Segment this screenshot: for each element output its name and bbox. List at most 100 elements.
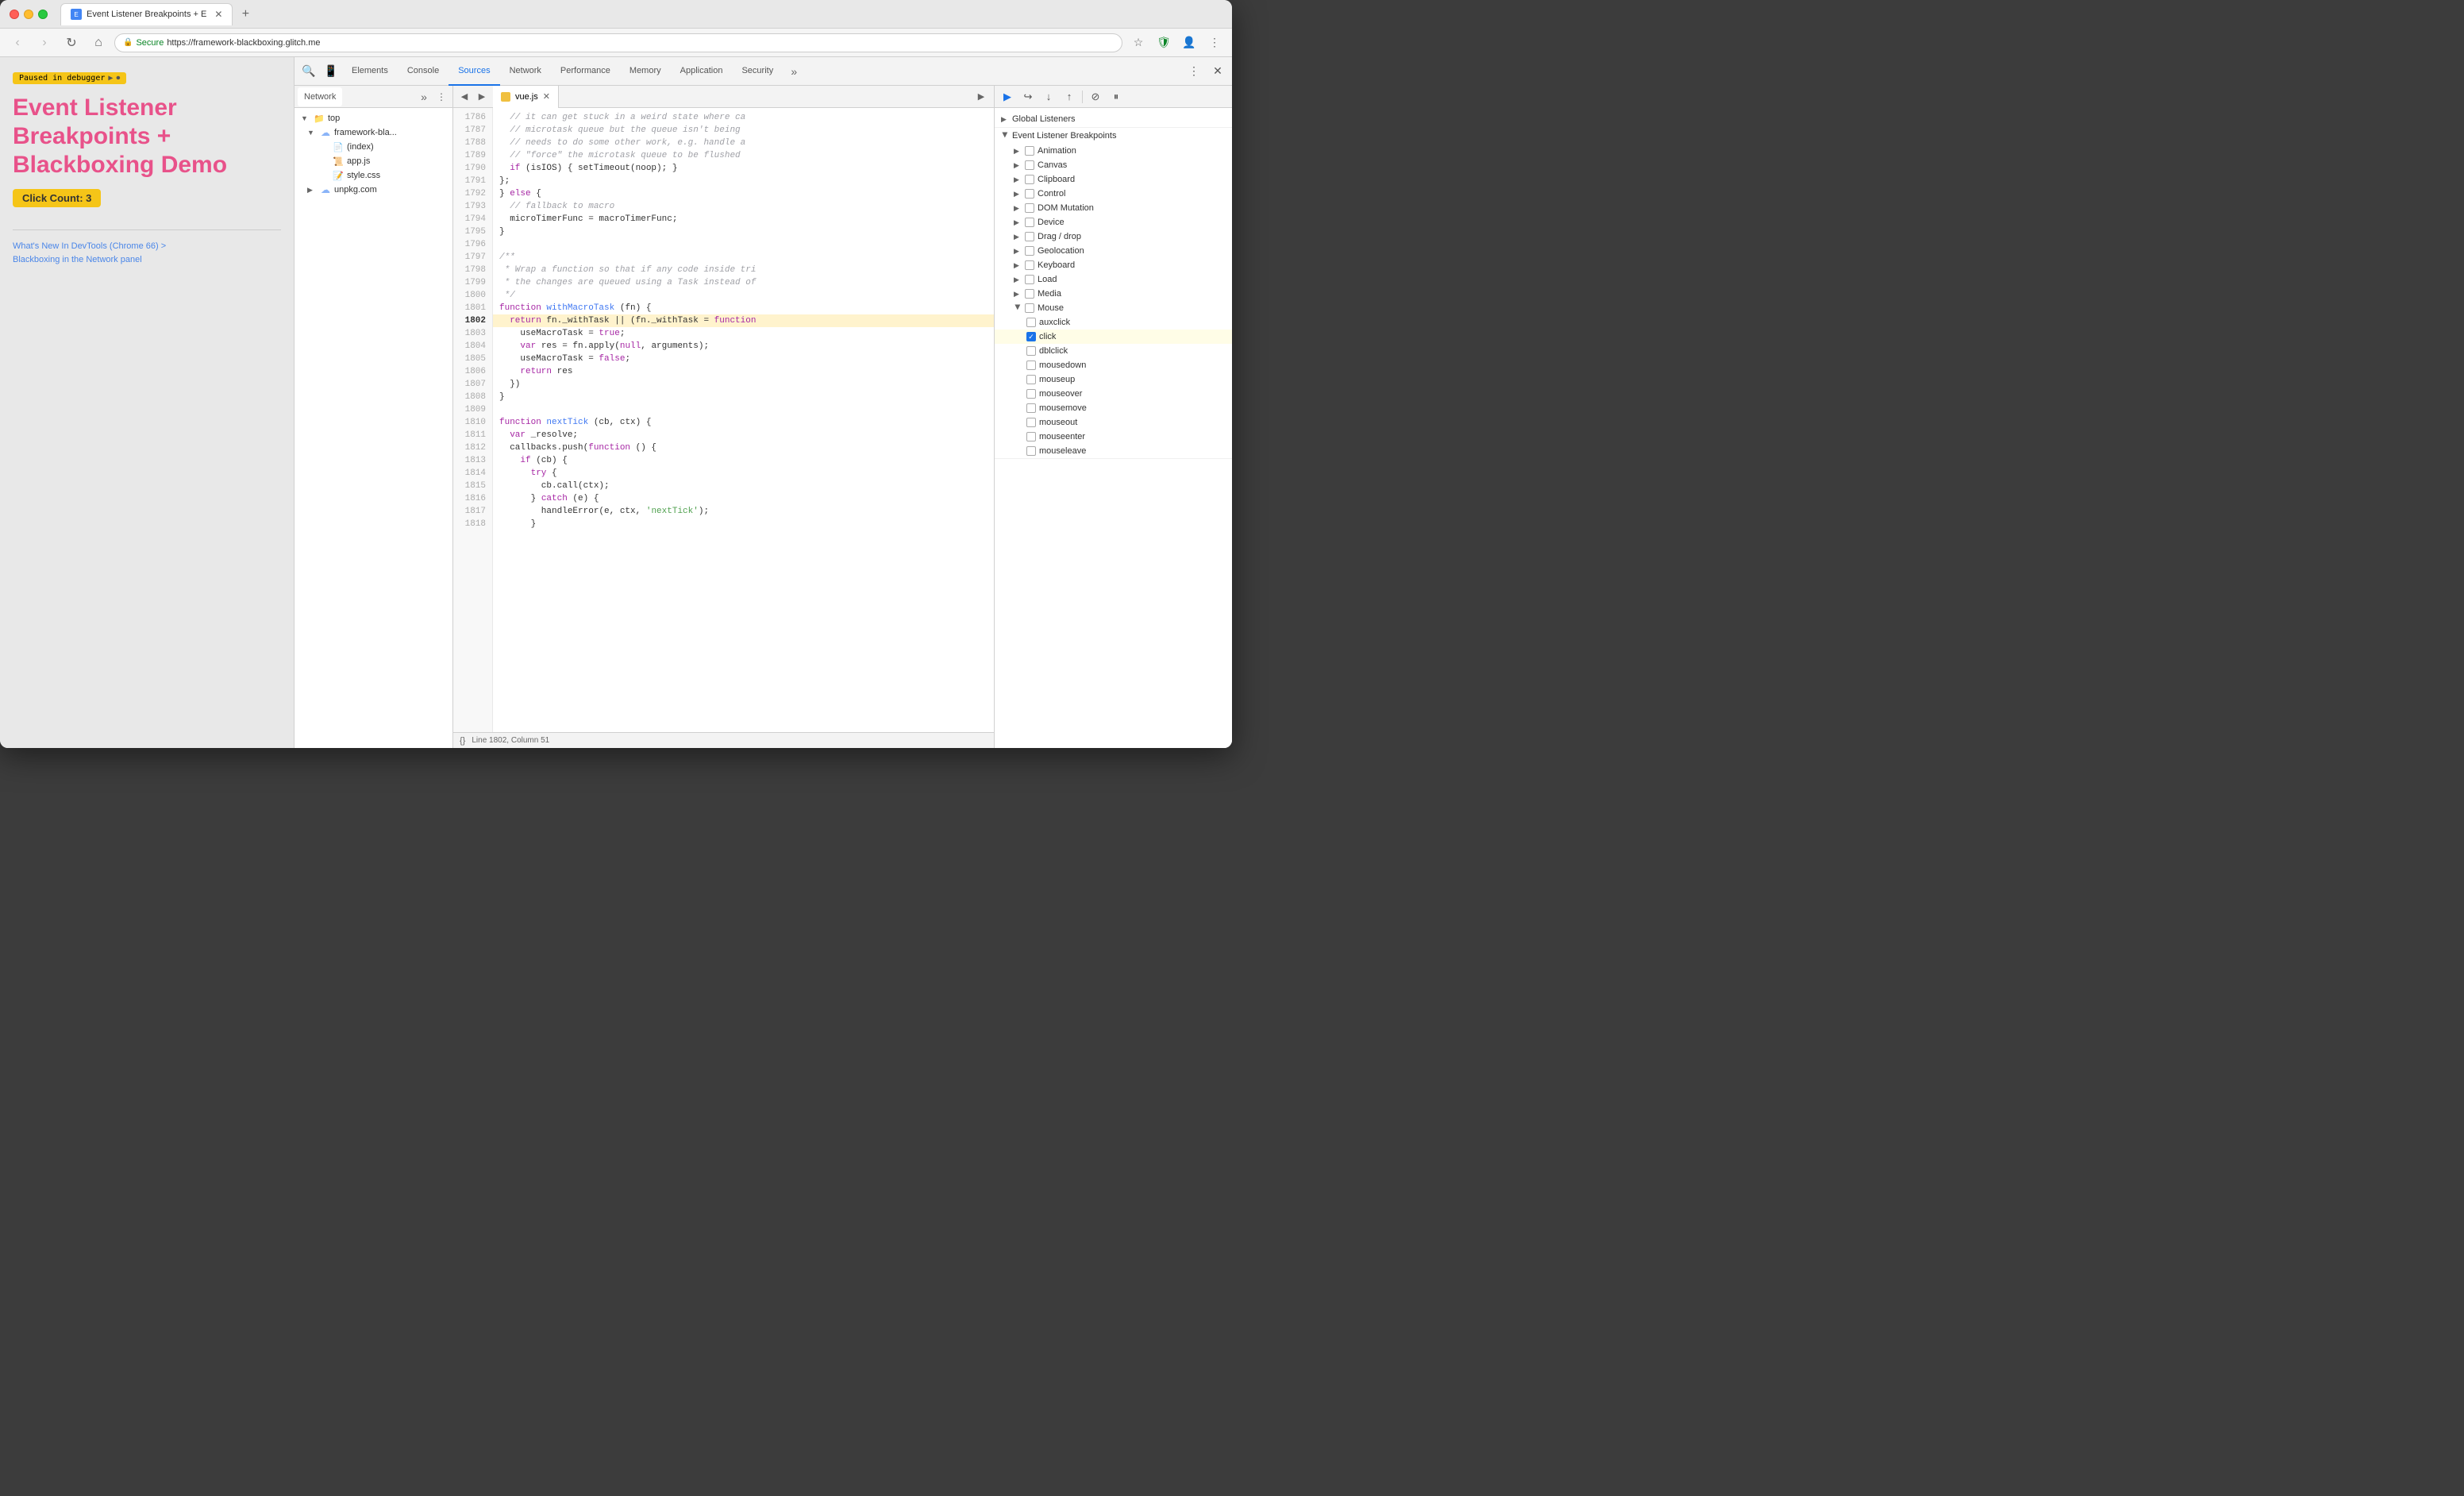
bp-item-geolocation[interactable]: ▶ Geolocation: [995, 244, 1232, 258]
tab-close-button[interactable]: ✕: [214, 9, 222, 20]
bp-cb-auxclick[interactable]: [1026, 318, 1036, 327]
bp-cb-mouseover[interactable]: [1026, 389, 1036, 399]
bp-cb-mousemove[interactable]: [1026, 403, 1036, 413]
debugger-deactivate-btn[interactable]: ⊘: [1086, 87, 1105, 106]
tree-item-top[interactable]: ▼ 📁 top: [295, 111, 452, 125]
tab-elements[interactable]: Elements: [342, 57, 398, 86]
tab-console[interactable]: Console: [398, 57, 449, 86]
bp-cb-animation[interactable]: [1025, 146, 1034, 156]
bp-cb-load[interactable]: [1025, 275, 1034, 284]
tree-item-index[interactable]: 📄 (index): [295, 140, 452, 154]
file-tree-tab-network[interactable]: Network: [298, 87, 342, 106]
bp-cb-mouseup[interactable]: [1026, 375, 1036, 384]
tab-network[interactable]: Network: [500, 57, 551, 86]
bp-item-animation[interactable]: ▶ Animation: [995, 144, 1232, 158]
extension-icon[interactable]: 🛡: [1153, 32, 1175, 54]
bp-item-dom-mutation[interactable]: ▶ DOM Mutation: [995, 201, 1232, 215]
bp-cb-dom-mutation[interactable]: [1025, 203, 1034, 213]
address-bar[interactable]: 🔒 Secure https://framework-blackboxing.g…: [114, 33, 1122, 52]
user-icon[interactable]: 👤: [1178, 32, 1200, 54]
devtools-settings-icon[interactable]: ⋮: [1183, 60, 1205, 83]
bp-cb-mousedown[interactable]: [1026, 361, 1036, 370]
bp-item-mousedown[interactable]: mousedown: [995, 358, 1232, 372]
bp-item-click[interactable]: ✓ click: [995, 330, 1232, 344]
browser-tab-active[interactable]: E Event Listener Breakpoints + E ✕: [60, 3, 233, 25]
bp-cb-dblclick[interactable]: [1026, 346, 1036, 356]
editor-tab-vuejs[interactable]: vue.js ✕: [493, 86, 559, 108]
bp-cb-control[interactable]: [1025, 189, 1034, 199]
format-button[interactable]: ▶: [972, 87, 991, 106]
bp-item-canvas[interactable]: ▶ Canvas: [995, 158, 1232, 172]
bp-cb-media[interactable]: [1025, 289, 1034, 299]
bp-item-mouseleave[interactable]: mouseleave: [995, 444, 1232, 458]
bp-item-dblclick[interactable]: dblclick: [995, 344, 1232, 358]
bp-cb-mouseleave[interactable]: [1026, 446, 1036, 456]
tree-item-unpkg[interactable]: ▶ ☁ unpkg.com: [295, 183, 452, 197]
devtools-tabs-more[interactable]: »: [783, 60, 805, 83]
code-content[interactable]: 1786 1787 1788 1789 1790 1791 1792 1793 …: [453, 108, 994, 732]
bp-item-keyboard[interactable]: ▶ Keyboard: [995, 258, 1232, 272]
bp-item-control[interactable]: ▶ Control: [995, 187, 1232, 201]
bp-item-mouseover[interactable]: mouseover: [995, 387, 1232, 401]
tree-item-appjs[interactable]: 📜 app.js: [295, 154, 452, 168]
refresh-button[interactable]: ↻: [60, 32, 83, 54]
bp-item-auxclick[interactable]: auxclick: [995, 315, 1232, 330]
bp-cb-device[interactable]: [1025, 218, 1034, 227]
tree-item-framework[interactable]: ▼ ☁ framework-bla...: [295, 125, 452, 140]
devtools-inspect-icon[interactable]: 🔍: [298, 60, 320, 83]
home-button[interactable]: ⌂: [87, 32, 110, 54]
debugger-stepout-btn[interactable]: ↑: [1060, 87, 1079, 106]
event-listener-bp-header[interactable]: ▶ Event Listener Breakpoints: [995, 128, 1232, 144]
file-tree-menu-icon[interactable]: ⋮: [433, 89, 449, 105]
bp-item-clipboard[interactable]: ▶ Clipboard: [995, 172, 1232, 187]
debugger-pause-btn[interactable]: ⏸: [1107, 87, 1126, 106]
debugger-resume-btn[interactable]: ▶: [998, 87, 1017, 106]
bp-item-media[interactable]: ▶ Media: [995, 287, 1232, 301]
file-tree-tabs-more[interactable]: »: [416, 91, 432, 103]
bp-cb-clipboard[interactable]: [1025, 175, 1034, 184]
bp-cb-mouseout[interactable]: [1026, 418, 1036, 427]
bp-cb-mouseenter[interactable]: [1026, 432, 1036, 441]
bp-item-mouseout[interactable]: mouseout: [995, 415, 1232, 430]
tab-security[interactable]: Security: [732, 57, 783, 86]
bp-item-mouseenter[interactable]: mouseenter: [995, 430, 1232, 444]
forward-button[interactable]: ›: [33, 32, 56, 54]
global-listeners-header[interactable]: ▶ Global Listeners: [995, 111, 1232, 127]
bp-cb-canvas[interactable]: [1025, 160, 1034, 170]
editor-nav-prev[interactable]: ◀: [456, 89, 472, 105]
maximize-button[interactable]: [38, 10, 48, 19]
debugger-stepinto-btn[interactable]: ↓: [1039, 87, 1058, 106]
devtools-close-icon[interactable]: ✕: [1207, 60, 1229, 83]
editor-nav-next[interactable]: ▶: [474, 89, 490, 105]
tab-performance[interactable]: Performance: [551, 57, 620, 86]
close-button[interactable]: [10, 10, 19, 19]
bp-cb-click[interactable]: ✓: [1026, 332, 1036, 341]
bp-item-mouse[interactable]: ▶ Mouse: [995, 301, 1232, 315]
bp-cb-keyboard[interactable]: [1025, 260, 1034, 270]
bp-item-drag-drop[interactable]: ▶ Drag / drop: [995, 229, 1232, 244]
bp-item-mousemove[interactable]: mousemove: [995, 401, 1232, 415]
tree-item-stylecss[interactable]: 📝 style.css: [295, 168, 452, 183]
devtools-link[interactable]: What's New In DevTools (Chrome 66) >: [13, 240, 281, 253]
debugger-stepover-btn[interactable]: ↪: [1018, 87, 1038, 106]
tab-application[interactable]: Application: [671, 57, 733, 86]
blackboxing-link[interactable]: Blackboxing in the Network panel: [13, 253, 281, 267]
new-tab-button[interactable]: +: [236, 5, 255, 24]
line-num-1802: 1802: [453, 314, 492, 327]
tab-memory[interactable]: Memory: [620, 57, 671, 86]
bp-item-load[interactable]: ▶ Load: [995, 272, 1232, 287]
editor-tab-close[interactable]: ✕: [543, 91, 550, 102]
bp-item-mouseup[interactable]: mouseup: [995, 372, 1232, 387]
bp-cb-drag-drop[interactable]: [1025, 232, 1034, 241]
bp-cb-geolocation[interactable]: [1025, 246, 1034, 256]
minimize-button[interactable]: [24, 10, 33, 19]
bp-item-device[interactable]: ▶ Device: [995, 215, 1232, 229]
bp-cb-mouse[interactable]: [1025, 303, 1034, 313]
click-count-button[interactable]: Click Count: 3: [13, 189, 101, 207]
devtools-device-icon[interactable]: 📱: [320, 60, 342, 83]
format-braces-icon[interactable]: {}: [460, 736, 465, 746]
menu-icon[interactable]: ⋮: [1203, 32, 1226, 54]
tab-sources[interactable]: Sources: [449, 57, 499, 86]
back-button[interactable]: ‹: [6, 32, 29, 54]
bookmark-icon[interactable]: ☆: [1127, 32, 1149, 54]
